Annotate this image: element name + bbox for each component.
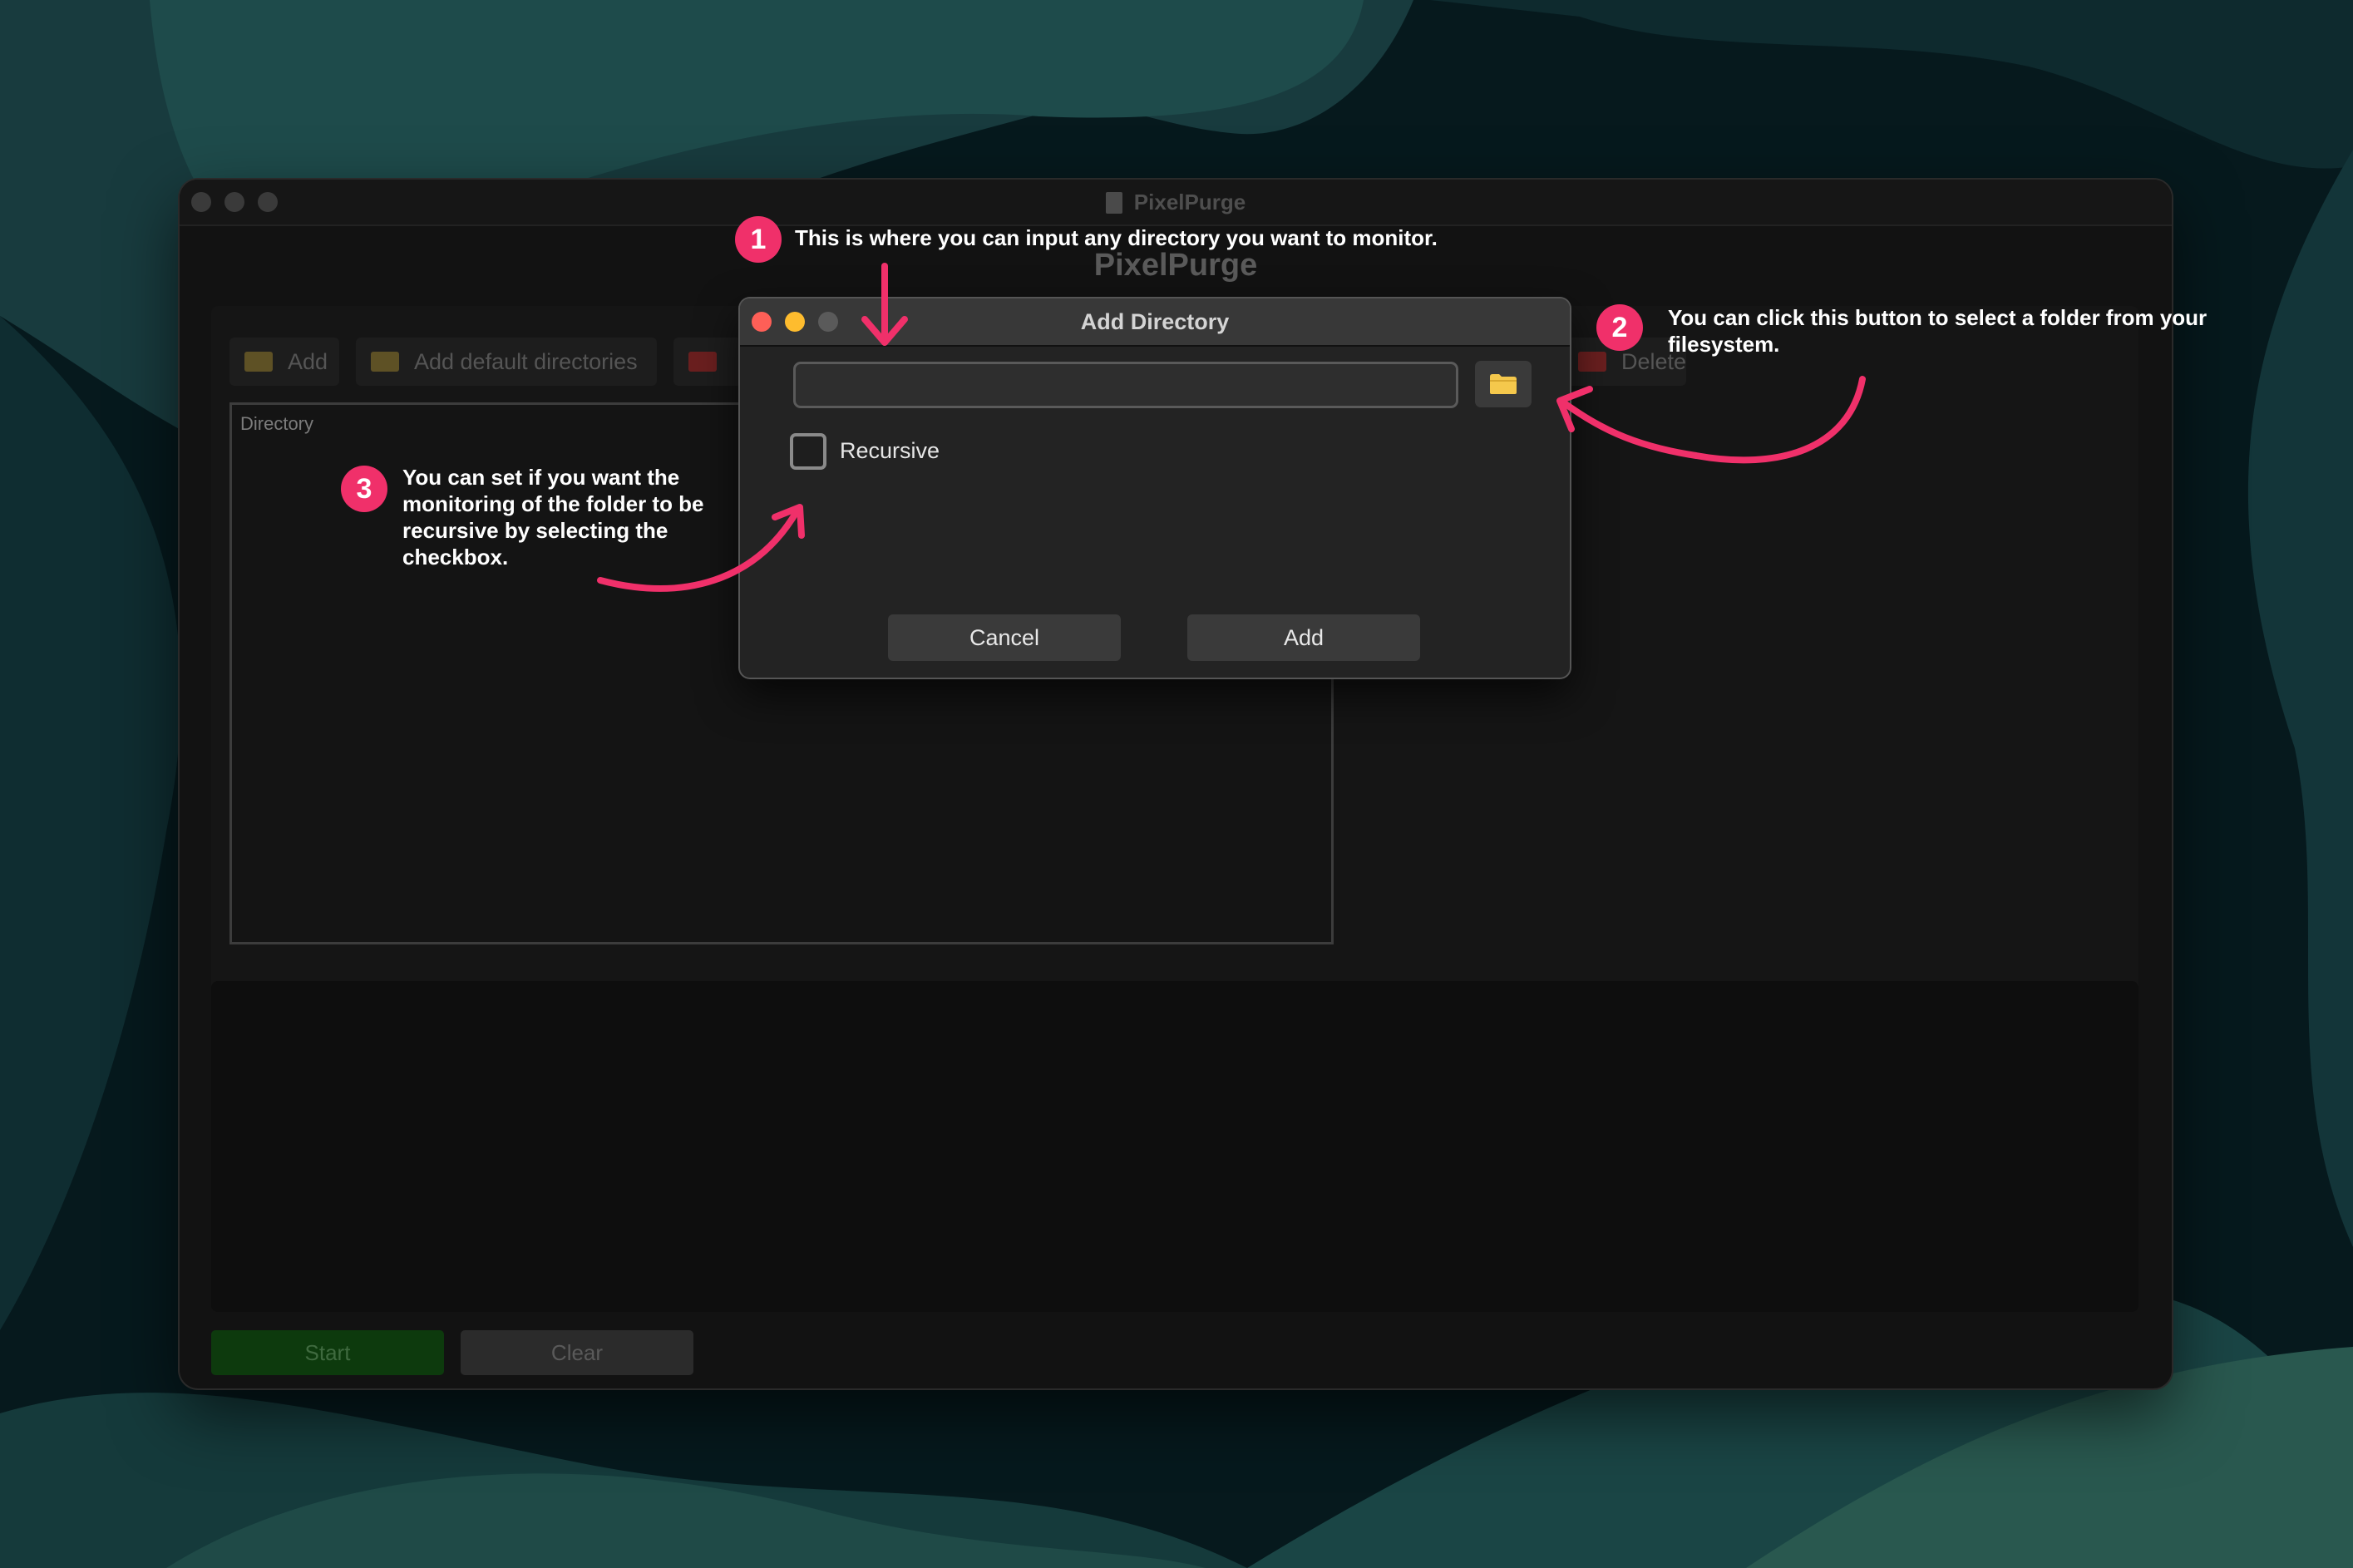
- log-panel: [211, 981, 2138, 1312]
- annotation-text-3: You can set if you want the monitoring o…: [402, 465, 704, 570]
- annotation-badge-3: 3: [341, 466, 387, 512]
- directory-column-header: Directory: [240, 413, 314, 434]
- annotation-badge-1: 1: [735, 216, 782, 263]
- annotation-badge-2: 2: [1596, 304, 1643, 351]
- annotation-text-2: You can click this button to select a fo…: [1668, 305, 2207, 357]
- directory-input[interactable]: [793, 362, 1458, 408]
- cancel-button[interactable]: Cancel: [888, 614, 1121, 661]
- add-folder-icon: [371, 352, 399, 372]
- recursive-label[interactable]: Recursive: [840, 438, 940, 464]
- dialog-title-bar: Add Directory: [740, 298, 1570, 347]
- add-button[interactable]: Add: [229, 338, 339, 386]
- app-heading: PixelPurge: [1093, 248, 1258, 283]
- window-title: PixelPurge: [180, 190, 2172, 215]
- browse-folder-button[interactable]: [1475, 361, 1532, 407]
- start-button[interactable]: Start: [211, 1330, 444, 1375]
- dialog-add-button[interactable]: Add: [1187, 614, 1420, 661]
- window-title-text: PixelPurge: [1133, 190, 1246, 214]
- folder-icon: [1490, 374, 1517, 394]
- document-icon: [1105, 192, 1122, 214]
- recursive-checkbox[interactable]: [790, 433, 826, 470]
- dialog-title: Add Directory: [1080, 309, 1230, 334]
- add-button-label: Add: [288, 349, 328, 374]
- clear-button[interactable]: Clear: [461, 1330, 693, 1375]
- add-default-directories-label: Add default directories: [414, 349, 638, 374]
- toolbar-hidden-button[interactable]: [673, 338, 748, 386]
- add-directory-dialog: Add Directory Recursive Cancel Add: [740, 298, 1570, 678]
- add-default-directories-button[interactable]: Add default directories: [356, 338, 657, 386]
- add-folder-icon: [244, 352, 273, 372]
- remove-folder-icon: [688, 352, 717, 372]
- title-bar: PixelPurge: [180, 180, 2172, 226]
- delete-folder-icon: [1578, 352, 1606, 372]
- annotation-text-1: This is where you can input any director…: [795, 225, 1438, 250]
